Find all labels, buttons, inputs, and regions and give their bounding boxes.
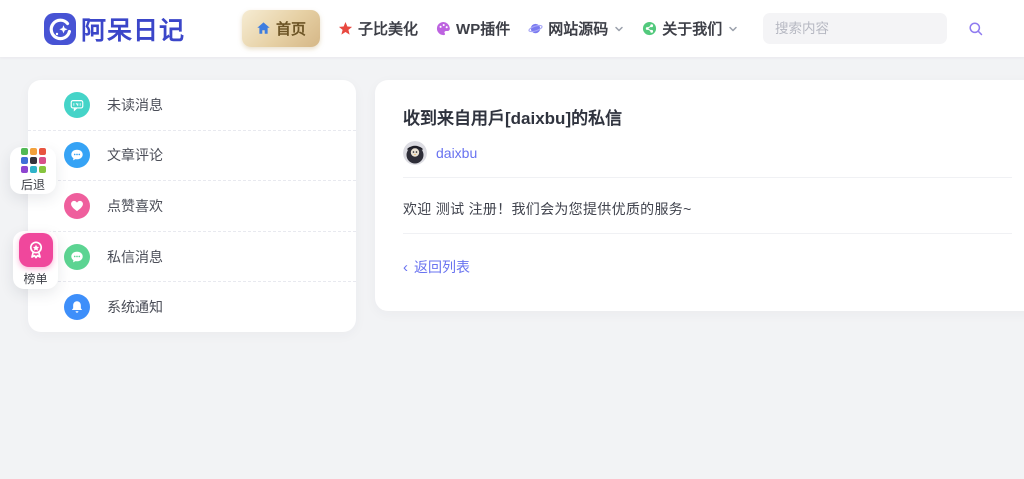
- messages-sidebar: 未读消息 文章评论 点赞喜欢 私信消息: [28, 80, 356, 332]
- sidebar-item-label: 系统通知: [107, 297, 163, 317]
- sender-link[interactable]: daixbu: [436, 145, 477, 161]
- top-navbar: 阿呆日记 首页 子比美化 WP插件: [0, 0, 1024, 57]
- nav-item-wp-plugins[interactable]: WP插件: [436, 18, 510, 39]
- bell-icon: [64, 294, 90, 320]
- nav-item-about-us[interactable]: 关于我们: [642, 18, 738, 39]
- private-message-icon: [64, 244, 90, 270]
- divider: [403, 177, 1012, 178]
- sidebar-item-article-comments[interactable]: 文章评论: [28, 131, 356, 182]
- chat-new-icon: [64, 92, 90, 118]
- sidebar-item-private-messages[interactable]: 私信消息: [28, 232, 356, 283]
- chevron-down-icon: [728, 24, 738, 34]
- search-input[interactable]: [763, 21, 964, 36]
- sidebar-item-unread-messages[interactable]: 未读消息: [28, 80, 356, 131]
- medal-icon: [19, 233, 53, 267]
- sidebar-item-label: 点赞喜欢: [107, 196, 163, 216]
- message-body: 欢迎 测试 注册！我们会为您提供优质的服务~: [403, 199, 692, 219]
- message-title: 收到来自用戶[daixbu]的私信: [403, 104, 622, 129]
- search-icon[interactable]: [964, 21, 995, 37]
- app-grid-icon: [21, 148, 46, 173]
- rank-widget[interactable]: 榜单: [13, 231, 58, 289]
- nav-item-label: WP插件: [456, 18, 510, 39]
- sender-row: daixbu: [403, 141, 477, 165]
- sidebar-item-label: 私信消息: [107, 247, 163, 267]
- back-to-list-link[interactable]: ‹ 返回列表: [403, 257, 470, 277]
- planet-icon: [528, 21, 543, 36]
- back-link-label: 返回列表: [414, 257, 470, 277]
- search-box: [763, 13, 947, 44]
- nav-item-label: 首页: [276, 18, 306, 39]
- sidebar-item-likes[interactable]: 点赞喜欢: [28, 181, 356, 232]
- rank-widget-label: 榜单: [23, 270, 47, 287]
- home-icon: [256, 21, 271, 36]
- heart-icon: [64, 193, 90, 219]
- comment-icon: [64, 142, 90, 168]
- nav-item-home[interactable]: 首页: [242, 10, 320, 47]
- chevron-left-icon: ‹: [403, 260, 408, 275]
- palette-icon: [436, 21, 451, 36]
- sidebar-item-label: 文章评论: [107, 145, 163, 165]
- chevron-down-icon: [614, 24, 624, 34]
- back-widget-label: 后退: [21, 176, 45, 193]
- back-widget[interactable]: 后退: [10, 147, 56, 194]
- avatar[interactable]: [403, 141, 427, 165]
- site-logo-text: 阿呆日记: [81, 11, 185, 47]
- nav-item-beautify[interactable]: 子比美化: [338, 18, 418, 39]
- nav-item-label: 子比美化: [358, 18, 418, 39]
- nav-item-label: 关于我们: [662, 18, 722, 39]
- nav-item-source-code[interactable]: 网站源码: [528, 18, 624, 39]
- site-logo-icon: [44, 13, 76, 45]
- share-icon: [642, 21, 657, 36]
- main-nav: 首页 子比美化 WP插件 网站源码: [242, 0, 738, 57]
- sidebar-item-system-notifications[interactable]: 系统通知: [28, 282, 356, 332]
- message-detail-card: 收到来自用戶[daixbu]的私信 daixbu 欢迎 测试 注册！我们会为您提…: [375, 80, 1024, 311]
- star-icon: [338, 21, 353, 36]
- site-logo[interactable]: 阿呆日记: [44, 0, 185, 57]
- sidebar-item-label: 未读消息: [107, 95, 163, 115]
- divider: [403, 233, 1012, 234]
- nav-item-label: 网站源码: [548, 18, 608, 39]
